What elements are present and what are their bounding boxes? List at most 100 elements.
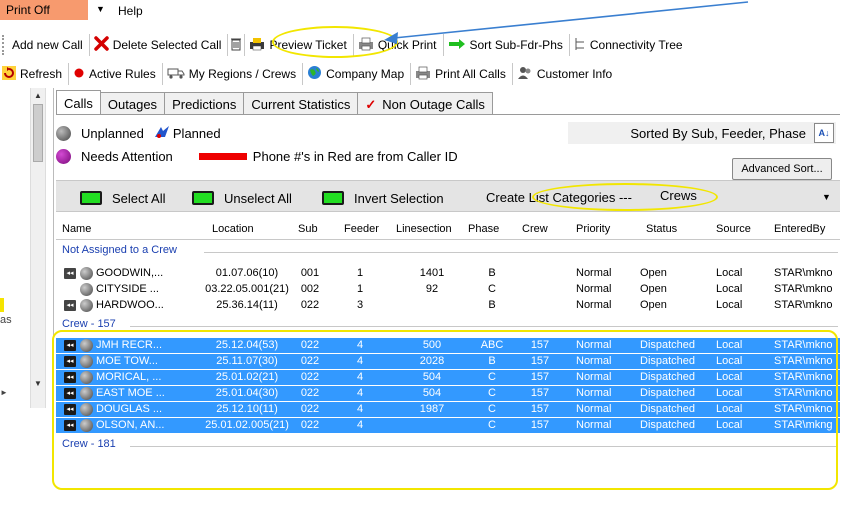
rewind-icon[interactable]: ◂◂ <box>64 372 76 383</box>
quick-print-label: Quick Print <box>377 38 437 52</box>
legend-attention-row: Needs Attention Phone #'s in Red are fro… <box>56 149 458 164</box>
unplanned-circle-icon <box>80 355 93 368</box>
left-panel-text-fragment: as <box>0 314 12 326</box>
select-all-label: Select All <box>112 190 166 206</box>
tree-icon <box>574 37 586 54</box>
cell-entered-by: STAR\mkno <box>774 283 833 295</box>
active-rules-button[interactable]: Active Rules <box>69 63 163 85</box>
scroll-thumb[interactable] <box>33 104 43 162</box>
column-header-status[interactable]: Status <box>646 223 677 235</box>
column-header-linesection[interactable]: Linesection <box>396 223 452 235</box>
column-header-feeder[interactable]: Feeder <box>344 223 379 235</box>
cell-status: Open <box>640 267 667 279</box>
cell-feeder: 4 <box>356 403 364 415</box>
unplanned-circle-icon <box>80 339 93 352</box>
column-header-source[interactable]: Source <box>716 223 751 235</box>
table-row[interactable]: ◂◂ OLSON, AN... 25.01.02.005(21) 022 4 C 157 No… <box>56 418 840 433</box>
rewind-icon[interactable]: ◂◂ <box>64 420 76 431</box>
advanced-sort-button[interactable]: Advanced Sort... <box>732 158 832 180</box>
cell-entered-by: STAR\mkno <box>774 355 833 367</box>
sort-az-button[interactable]: A↓ <box>814 123 834 143</box>
cell-location: 25.12.10(11) <box>216 403 278 415</box>
column-header-crew[interactable]: Crew <box>522 223 548 235</box>
connectivity-tree-label: Connectivity Tree <box>589 38 683 52</box>
scroll-up-icon[interactable]: ▲ <box>34 91 42 100</box>
rewind-icon[interactable]: ◂◂ <box>64 388 76 399</box>
cell-location: 25.11.07(30) <box>216 355 278 367</box>
unselect-all-button[interactable]: Unselect All <box>192 189 292 207</box>
table-row[interactable]: ◂◂ EAST MOE ... 25.01.04(30) 022 4 504 C 157 Nor… <box>56 386 840 401</box>
column-header-sub[interactable]: Sub <box>298 223 318 235</box>
left-scrollbar[interactable]: ▲ ▼ <box>30 88 46 408</box>
rewind-icon[interactable]: ◂◂ <box>64 404 76 415</box>
toolbar-grip[interactable] <box>2 35 6 55</box>
tab-current-statistics[interactable]: Current Statistics <box>243 92 359 114</box>
customer-info-button[interactable]: Customer Info <box>513 63 618 85</box>
refresh-button[interactable]: Refresh <box>0 63 70 85</box>
cell-sub: 002 <box>300 283 320 295</box>
rewind-icon[interactable]: ◂◂ <box>64 340 76 351</box>
create-list-categories-label: Create List Categories --- <box>486 190 632 205</box>
table-row[interactable]: ◂◂ MORICAL, ... 25.01.02(21) 022 4 504 C 157 Nor… <box>56 370 840 385</box>
tab-predictions[interactable]: Predictions <box>164 92 245 114</box>
column-header-phase[interactable]: Phase <box>468 223 499 235</box>
column-header-name[interactable]: Name <box>62 223 91 235</box>
customer-people-icon <box>517 66 533 83</box>
group-header-label[interactable]: Crew - 181 <box>62 438 116 450</box>
unplanned-circle-icon <box>80 267 93 280</box>
company-map-button[interactable]: Company Map <box>303 63 412 85</box>
cell-entered-by: STAR\mkng <box>774 419 833 431</box>
cell-feeder: 4 <box>356 371 364 383</box>
rewind-icon[interactable]: ◂◂ <box>64 300 76 311</box>
cell-source: Local <box>716 371 743 383</box>
quick-print-button[interactable]: Quick Print <box>354 34 444 56</box>
table-row[interactable]: CITYSIDE ... 03.22.05.001(21) 002 1 92 C Norma… <box>56 282 840 297</box>
preview-ticket-button[interactable]: Preview Ticket <box>245 34 354 56</box>
table-row[interactable]: ◂◂ JMH RECR... 25.12.04(53) 022 4 500 ABC 157 No… <box>56 338 840 353</box>
select-all-button[interactable]: Select All <box>80 189 165 207</box>
unplanned-circle-icon <box>80 299 93 312</box>
add-new-call-button[interactable]: Add new Call <box>8 34 90 56</box>
dropdown-arrow-icon[interactable]: ▼ <box>822 192 831 202</box>
table-row[interactable]: ◂◂ DOUGLAS ... 25.12.10(11) 022 4 1987 C 157 Nor… <box>56 402 840 417</box>
cell-crew: 157 <box>530 355 550 367</box>
cell-feeder: 4 <box>356 387 364 399</box>
rewind-icon[interactable]: ◂◂ <box>64 356 76 367</box>
tab-calls[interactable]: Calls <box>56 90 101 114</box>
print-off-menu[interactable]: Print Off <box>0 0 88 20</box>
table-row[interactable]: ◂◂ GOODWIN,... 01.07.06(10) 001 1 1401 B Normal… <box>56 266 840 281</box>
my-regions-crews-button[interactable]: My Regions / Crews <box>163 63 304 85</box>
cell-linesection: 2028 <box>419 355 445 367</box>
cell-priority: Normal <box>576 267 612 279</box>
sort-sub-fdr-phs-button[interactable]: Sort Sub-Fdr-Phs <box>444 34 570 56</box>
cell-source: Local <box>716 387 743 399</box>
help-menu[interactable]: Help <box>118 4 143 18</box>
column-header-enteredby[interactable]: EnteredBy <box>774 223 825 235</box>
trash-button[interactable] <box>228 34 246 56</box>
group-header-label[interactable]: Crew - 157 <box>62 318 116 330</box>
invert-selection-button[interactable]: Invert Selection <box>322 189 444 207</box>
left-panel: ▲ ▼ as ► <box>0 88 54 440</box>
cell-priority: Normal <box>576 339 612 351</box>
table-row[interactable]: ◂◂ MOE TOW... 25.11.07(30) 022 4 2028 B 157 Norm… <box>56 354 840 369</box>
rewind-icon[interactable]: ◂◂ <box>64 268 76 279</box>
tab-outages[interactable]: Outages <box>99 92 166 114</box>
cell-linesection: 504 <box>422 387 442 399</box>
cell-source: Local <box>716 419 743 431</box>
tab-non-outage-calls[interactable]: ✓ Non Outage Calls <box>357 92 493 114</box>
group-header-label[interactable]: Not Assigned to a Crew <box>62 244 177 256</box>
scroll-down-icon[interactable]: ▼ <box>34 379 42 388</box>
column-header-location[interactable]: Location <box>212 223 254 235</box>
menu-dropdown-arrow-icon[interactable]: ▼ <box>96 4 105 14</box>
cell-location: 25.01.02.005(21) <box>205 419 289 431</box>
delete-selected-call-button[interactable]: Delete Selected Call <box>90 34 229 56</box>
left-expand-icon[interactable]: ► <box>0 388 8 397</box>
print-all-calls-button[interactable]: Print All Calls <box>411 63 513 85</box>
connectivity-tree-button[interactable]: Connectivity Tree <box>570 34 689 56</box>
cell-status: Dispatched <box>640 419 696 431</box>
cell-source: Local <box>716 403 743 415</box>
column-header-priority[interactable]: Priority <box>576 223 610 235</box>
printer-icon <box>415 66 431 83</box>
list-categories-dropdown[interactable]: Crews <box>654 185 836 207</box>
table-row[interactable]: ◂◂ HARDWOO... 25.36.14(11) 022 3 B Normal Open L… <box>56 298 840 313</box>
